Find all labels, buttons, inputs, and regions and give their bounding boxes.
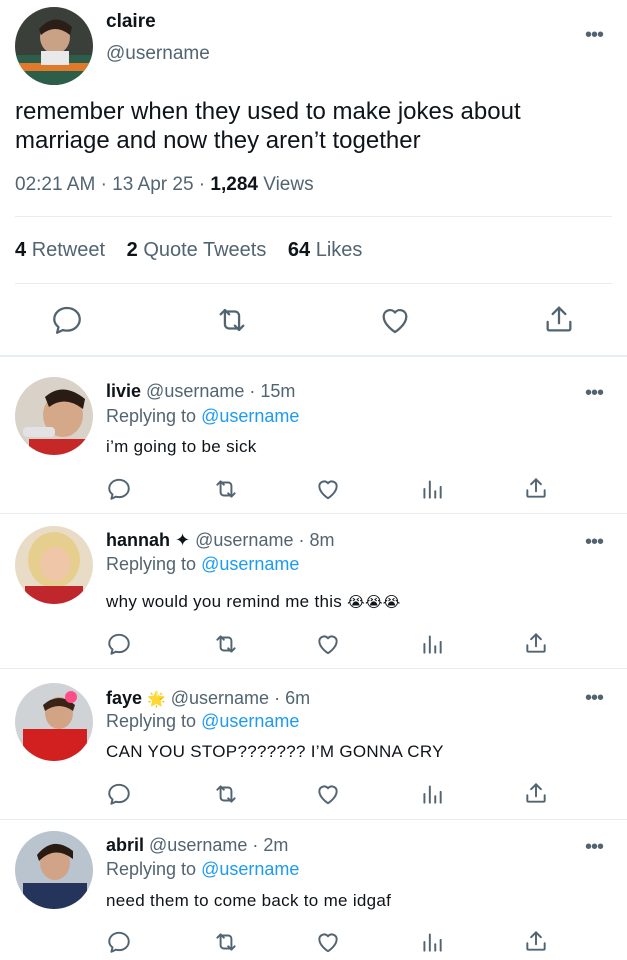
views-label: Views <box>263 174 314 195</box>
reply-icon[interactable] <box>106 781 132 807</box>
reply-header: hannah ✦ @username · 8m <box>106 530 335 551</box>
avatar[interactable] <box>15 526 93 604</box>
analytics-icon[interactable] <box>419 781 445 807</box>
divider <box>15 283 612 284</box>
replying-to: Replying to @username <box>106 859 300 879</box>
reply-header: faye 🌟 @username · 6m <box>106 688 310 709</box>
mention-link[interactable]: @username <box>201 859 299 879</box>
like-icon[interactable] <box>315 781 341 807</box>
retweet-stat[interactable]: 4 Retweet <box>15 239 105 261</box>
more-icon[interactable]: ••• <box>585 837 604 857</box>
reply-header: livie @username · 15m <box>106 381 295 402</box>
views-count: 1,284 <box>210 174 258 195</box>
crying-emoji-icon: 😭😭😭 <box>347 594 401 611</box>
reply-time: 6m <box>285 688 311 708</box>
retweet-icon[interactable] <box>213 631 239 657</box>
tweet-time: 02:21 AM <box>15 174 96 195</box>
display-name[interactable]: claire <box>106 11 156 33</box>
separator-dot: · <box>249 381 256 401</box>
mention-link[interactable]: @username <box>201 406 299 426</box>
display-name[interactable]: faye <box>106 688 142 708</box>
reply-icon[interactable] <box>106 929 132 955</box>
mention-link[interactable]: @username <box>201 554 299 574</box>
share-icon[interactable] <box>523 475 549 501</box>
tweet-meta: 02:21 AM · 13 Apr 25 · 1,284 Views <box>15 174 314 196</box>
retweet-icon[interactable] <box>213 929 239 955</box>
more-icon[interactable]: ••• <box>585 383 604 403</box>
like-icon[interactable] <box>315 476 341 502</box>
tweet-stats: 4 Retweet 2 Quote Tweets 64 Likes <box>15 239 378 262</box>
mention-link[interactable]: @username <box>201 711 299 731</box>
reply-text: i’m going to be sick <box>106 437 257 456</box>
quote-stat[interactable]: 2 Quote Tweets <box>127 239 267 261</box>
separator-dot: · <box>198 174 206 195</box>
avatar[interactable] <box>15 831 93 909</box>
avatar[interactable] <box>15 377 93 455</box>
analytics-icon[interactable] <box>419 631 445 657</box>
star-badge-icon: 🌟 <box>147 691 166 708</box>
separator-dot: · <box>252 835 259 855</box>
reply-tweet[interactable]: abril @username · 2m ••• Replying to @us… <box>0 820 627 960</box>
tweet-text: remember when they used to make jokes ab… <box>15 98 521 154</box>
like-icon[interactable] <box>315 929 341 955</box>
retweet-icon[interactable] <box>213 476 239 502</box>
main-tweet: claire @username ••• remember when they … <box>0 0 627 356</box>
analytics-icon[interactable] <box>419 476 445 502</box>
retweet-icon[interactable] <box>213 781 239 807</box>
divider <box>15 216 612 217</box>
reply-time: 2m <box>263 835 289 855</box>
more-icon[interactable]: ••• <box>585 25 604 45</box>
avatar[interactable] <box>15 7 93 85</box>
tweet-date: 13 Apr 25 <box>112 174 194 195</box>
username-handle[interactable]: @username <box>195 530 293 550</box>
replying-to: Replying to @username <box>106 554 300 574</box>
like-icon[interactable] <box>315 631 341 657</box>
reply-icon[interactable] <box>50 303 84 337</box>
analytics-icon[interactable] <box>419 929 445 955</box>
username-handle[interactable]: @username <box>171 688 269 708</box>
reply-tweet[interactable]: livie @username · 15m ••• Replying to @u… <box>0 357 627 513</box>
reply-text: CAN YOU STOP??????? I’M GONNA CRY <box>106 742 444 761</box>
separator-dot: · <box>298 530 305 550</box>
separator-dot: · <box>100 174 107 195</box>
like-icon[interactable] <box>378 303 412 337</box>
reply-tweet[interactable]: hannah ✦ @username · 8m ••• Replying to … <box>0 514 627 668</box>
reply-time: 8m <box>309 530 335 550</box>
sparkle-badge-icon: ✦ <box>175 530 191 550</box>
more-icon[interactable]: ••• <box>585 688 604 708</box>
display-name[interactable]: hannah <box>106 530 170 550</box>
reply-icon[interactable] <box>106 631 132 657</box>
more-icon[interactable]: ••• <box>585 532 604 552</box>
reply-text: need them to come back to me idgaf <box>106 891 392 910</box>
username-handle[interactable]: @username <box>106 43 210 65</box>
replying-to: Replying to @username <box>106 406 300 426</box>
reply-time: 15m <box>260 381 296 401</box>
reply-text: why would you remind me this 😭😭😭 <box>106 592 401 611</box>
username-handle[interactable]: @username <box>146 381 244 401</box>
likes-stat[interactable]: 64 Likes <box>288 239 363 261</box>
reply-header: abril @username · 2m <box>106 835 288 856</box>
display-name[interactable]: abril <box>106 835 144 855</box>
replying-to: Replying to @username <box>106 711 300 731</box>
share-icon[interactable] <box>523 780 549 806</box>
reply-icon[interactable] <box>106 476 132 502</box>
username-handle[interactable]: @username <box>149 835 247 855</box>
share-icon[interactable] <box>523 630 549 656</box>
separator-dot: · <box>274 688 281 708</box>
display-name[interactable]: livie <box>106 381 141 401</box>
share-icon[interactable] <box>523 928 549 954</box>
retweet-icon[interactable] <box>215 303 249 337</box>
share-icon[interactable] <box>542 302 576 336</box>
avatar[interactable] <box>15 683 93 761</box>
reply-tweet[interactable]: faye 🌟 @username · 6m ••• Replying to @u… <box>0 669 627 819</box>
